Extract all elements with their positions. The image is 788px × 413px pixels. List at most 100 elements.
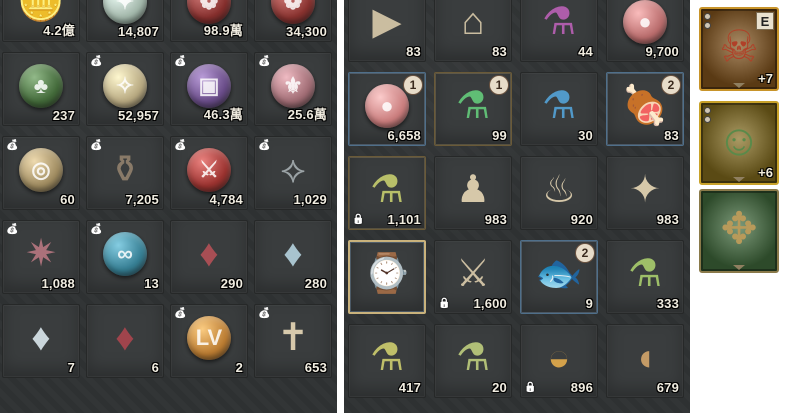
scroll-spark-icon: ✦ (629, 169, 661, 212)
item-slot[interactable]: ⚗ 30 (520, 72, 598, 146)
pouch-icon: 💰 (174, 140, 187, 151)
item-quantity: 333 (656, 296, 679, 311)
item-slot[interactable]: ♦ 6 (86, 304, 164, 378)
item-slot[interactable]: ♣ 237 (2, 52, 80, 126)
lock-icon: 🔒 (438, 298, 451, 309)
item-quantity: 7,205 (125, 192, 159, 207)
item-slot[interactable]: ♨ 920 (520, 156, 598, 230)
item-quantity: 1,101 (387, 212, 421, 227)
equipment-slot[interactable]: ☠ E +7 (699, 7, 779, 91)
pouch-icon: 💰 (90, 56, 103, 67)
pouch-icon: 💰 (90, 224, 103, 235)
sword-parchment-icon: ⚔ (455, 253, 491, 296)
item-slot[interactable]: ◖ 679 (606, 324, 684, 398)
item-slot[interactable]: ▣ 💰 46.3萬 (170, 52, 248, 126)
yellow-potion-icon: ⚗ (369, 169, 405, 212)
item-slot[interactable]: ⚔ 💰 4,784 (170, 136, 248, 210)
item-slot[interactable]: ♦ 280 (254, 220, 332, 294)
item-quantity: 30 (578, 128, 593, 143)
ornate-bottle-icon: ⚱ (109, 149, 141, 192)
item-slot[interactable]: ⚗ 1 99 (434, 72, 512, 146)
level-medal-icon: LV (187, 316, 231, 361)
bread-loaf-icon: ◖ (633, 337, 657, 380)
item-quantity: 6,658 (387, 128, 421, 143)
item-quantity: 983 (484, 212, 507, 227)
item-quantity: 1,088 (41, 276, 75, 291)
item-quantity: 920 (570, 212, 593, 227)
steak-plate-icon: 🍖 (621, 85, 669, 128)
pouch-icon: 💰 (258, 308, 271, 319)
item-slot[interactable]: ✝ 💰 653 (254, 304, 332, 378)
item-quantity: 896 (570, 380, 593, 395)
count-badge: 1 (404, 76, 422, 94)
equipment-slot[interactable]: ✥ (699, 189, 779, 273)
jade-mask-icon: ☺ (716, 116, 762, 166)
item-quantity: 290 (220, 276, 243, 291)
item-slot[interactable]: ❁💰34,300 (254, 0, 332, 42)
item-slot[interactable]: ♟ 983 (434, 156, 512, 230)
item-quantity: 9,700 (645, 44, 679, 59)
enhance-level: +6 (758, 165, 773, 180)
red-demon-mask-icon: ☠ (719, 22, 759, 72)
silver-shards-icon: ⟡ (280, 149, 306, 192)
item-slot[interactable]: ⟡ 💰 1,029 (254, 136, 332, 210)
count-badge: 2 (576, 244, 594, 262)
item-slot[interactable]: ∞ 💰 13 (86, 220, 164, 294)
lock-icon: 🔒 (352, 214, 365, 225)
item-slot[interactable]: ⚗ 🔒 1,101 (348, 156, 426, 230)
item-slot[interactable]: 🍖 2 83 (606, 72, 684, 146)
item-quantity: 60 (60, 192, 75, 207)
item-quantity: 4.2億 (43, 23, 75, 38)
item-slot[interactable]: ♦ 290 (170, 220, 248, 294)
yellow-flask-icon: ⚗ (369, 337, 405, 380)
item-slot[interactable]: ⚗ 20 (434, 324, 512, 398)
socket-indicators (704, 107, 713, 127)
slot-arrow-icon (733, 177, 745, 182)
item-slot[interactable]: ⚔ 🔒 1,600 (434, 240, 512, 314)
item-quantity: 83 (406, 44, 421, 59)
clear-crystal-icon: ♦ (31, 317, 51, 360)
item-slot[interactable]: ● 1 6,658 (348, 72, 426, 146)
item-quantity: 6 (151, 360, 159, 375)
pouch-icon: 💰 (174, 308, 187, 319)
infinity-seal-icon: ∞ (103, 232, 147, 277)
pink-seal-icon: ⚜ (271, 64, 315, 109)
item-slot[interactable]: 🐟 2 9 (520, 240, 598, 314)
item-slot[interactable]: ❁💰98.9萬 (170, 0, 248, 42)
red-crystal-icon: ♦ (115, 317, 135, 360)
item-slot[interactable]: 🪙💰4.2億 (2, 0, 80, 42)
item-slot[interactable]: ✷ 💰 1,088 (2, 220, 80, 294)
item-slot[interactable]: ⚜ 💰 25.6萬 (254, 52, 332, 126)
purple-seal-icon: ▣ (187, 64, 231, 109)
item-slot[interactable]: ⚗ 44 (520, 0, 598, 62)
item-quantity: 98.9萬 (203, 23, 243, 38)
item-quantity: 1,029 (293, 192, 327, 207)
blue-potion-icon: ⚗ (541, 85, 577, 128)
slot-arrow-icon (733, 265, 745, 270)
item-quantity: 983 (656, 212, 679, 227)
item-slot[interactable]: ◒ 🔒 896 (520, 324, 598, 398)
item-quantity: 20 (492, 380, 507, 395)
item-slot[interactable]: ✧ 💰 52,957 (86, 52, 164, 126)
slot-arrow-icon (733, 83, 745, 88)
item-slot[interactable]: ✦💰14,807 (86, 0, 164, 42)
item-slot[interactable]: LV 💰 2 (170, 304, 248, 378)
item-slot[interactable]: ● 9,700 (606, 0, 684, 62)
item-quantity: 99 (492, 128, 507, 143)
item-quantity: 4,784 (209, 192, 243, 207)
item-slot[interactable]: ⚱ 💰 7,205 (86, 136, 164, 210)
pouch-icon: 💰 (6, 140, 19, 151)
scroll-flame-icon: ♨ (541, 169, 577, 212)
item-slot[interactable]: ⚗ 417 (348, 324, 426, 398)
lock-icon: 🔒 (524, 382, 537, 393)
item-slot[interactable]: ▶ 83 (348, 0, 426, 62)
parchment-scroll-icon: ▶ (372, 1, 402, 44)
item-slot[interactable]: ⌚ (348, 240, 426, 314)
item-slot[interactable]: ◎ 💰 60 (2, 136, 80, 210)
equipment-slot[interactable]: ☺ +6 (699, 101, 779, 185)
green-emblem-icon: ✥ (720, 204, 758, 254)
item-slot[interactable]: ✦ 983 (606, 156, 684, 230)
item-slot[interactable]: ⌂ 83 (434, 0, 512, 62)
item-slot[interactable]: ⚗ 333 (606, 240, 684, 314)
item-slot[interactable]: ♦ 7 (2, 304, 80, 378)
